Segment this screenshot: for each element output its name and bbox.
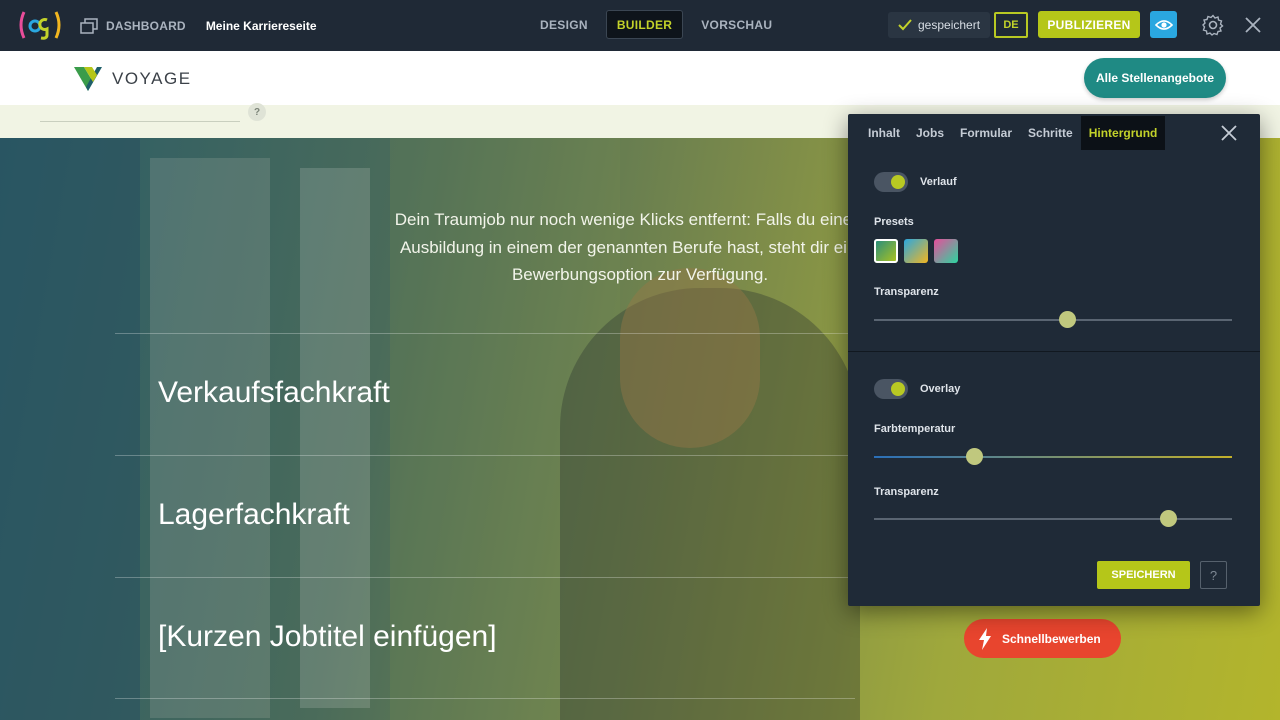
- job-divider: [115, 333, 855, 334]
- help-icon[interactable]: ?: [248, 103, 266, 121]
- panel-tabs: Inhalt Jobs Formular Schritte Hintergrun…: [860, 116, 1166, 150]
- quick-apply-button[interactable]: Schnellbewerben: [964, 619, 1121, 658]
- dashboard-link[interactable]: DASHBOARD: [80, 17, 186, 34]
- gradient-toggle[interactable]: [874, 172, 908, 192]
- all-jobs-button[interactable]: Alle Stellenangebote: [1084, 58, 1226, 98]
- gear-icon[interactable]: [1202, 14, 1224, 36]
- preset-list: [874, 239, 958, 263]
- tab-background[interactable]: Hintergrund: [1080, 116, 1166, 150]
- background-settings-panel: Inhalt Jobs Formular Schritte Hintergrun…: [848, 114, 1260, 606]
- language-button[interactable]: DE: [994, 12, 1028, 38]
- mode-preview[interactable]: VORSCHAU: [691, 10, 782, 39]
- tab-content[interactable]: Inhalt: [860, 116, 908, 150]
- quick-apply-label: Schnellbewerben: [1002, 631, 1101, 646]
- gradient-transparency-label: Transparenz: [874, 286, 939, 298]
- panel-divider: [848, 351, 1260, 352]
- job-divider: [115, 698, 855, 699]
- presets-label: Presets: [874, 216, 914, 228]
- check-icon: [898, 19, 912, 31]
- toggle-knob: [891, 382, 905, 396]
- eye-icon: [1154, 19, 1173, 30]
- publish-button[interactable]: PUBLIZIEREN: [1038, 11, 1140, 38]
- brand-name: VOYAGE: [112, 68, 192, 88]
- gradient-toggle-label: Verlauf: [920, 176, 957, 188]
- job-title[interactable]: Lagerfachkraft: [158, 498, 350, 532]
- preset-pink-green[interactable]: [934, 239, 958, 263]
- tab-form[interactable]: Formular: [952, 116, 1020, 150]
- preset-teal-lime[interactable]: [874, 239, 898, 263]
- color-temperature-slider[interactable]: [874, 448, 1232, 465]
- background-shelf: [0, 138, 140, 720]
- lightning-icon: [979, 627, 991, 650]
- current-page-name[interactable]: Meine Karriereseite: [206, 19, 317, 33]
- pages-icon: [80, 17, 98, 34]
- overlay-toggle-label: Overlay: [920, 383, 961, 395]
- preset-blue-yellow[interactable]: [904, 239, 928, 263]
- help-button[interactable]: ?: [1200, 561, 1227, 589]
- tab-steps[interactable]: Schritte: [1020, 116, 1081, 150]
- app-topbar: DASHBOARD Meine Karriereseite DESIGN BUI…: [0, 0, 1280, 51]
- job-divider: [115, 455, 855, 456]
- slider-thumb[interactable]: [1159, 510, 1177, 527]
- job-divider: [115, 577, 855, 578]
- overlay-toggle[interactable]: [874, 379, 908, 399]
- overlay-transparency-slider[interactable]: [874, 510, 1232, 527]
- color-temperature-label: Farbtemperatur: [874, 423, 956, 435]
- website-header: VOYAGE Alle Stellenangebote: [0, 51, 1280, 105]
- save-button[interactable]: SPEICHERN: [1097, 561, 1190, 589]
- toggle-knob: [891, 175, 905, 189]
- preview-button[interactable]: [1150, 11, 1177, 38]
- tab-jobs[interactable]: Jobs: [908, 116, 952, 150]
- brand-logo[interactable]: VOYAGE: [73, 65, 192, 92]
- voyage-logo-icon: [74, 67, 102, 91]
- strip-divider: [40, 121, 240, 122]
- slider-thumb[interactable]: [1059, 311, 1077, 328]
- slider-thumb[interactable]: [966, 448, 984, 465]
- overlay-transparency-label: Transparenz: [874, 486, 939, 498]
- sg-logo[interactable]: [18, 8, 62, 42]
- saved-status: gespeichert: [888, 12, 991, 38]
- dashboard-label: DASHBOARD: [106, 18, 186, 33]
- background-head: [620, 268, 760, 448]
- mode-switcher: DESIGN BUILDER VORSCHAU: [530, 10, 782, 39]
- job-title[interactable]: [Kurzen Jobtitel einfügen]: [158, 620, 497, 654]
- mode-builder[interactable]: BUILDER: [605, 10, 684, 39]
- mode-design[interactable]: DESIGN: [530, 10, 598, 39]
- gradient-transparency-slider[interactable]: [874, 311, 1232, 328]
- job-title[interactable]: Verkaufsfachkraft: [158, 376, 390, 410]
- saved-label: gespeichert: [918, 18, 981, 32]
- close-icon[interactable]: [1245, 17, 1261, 33]
- close-icon[interactable]: [1221, 125, 1237, 141]
